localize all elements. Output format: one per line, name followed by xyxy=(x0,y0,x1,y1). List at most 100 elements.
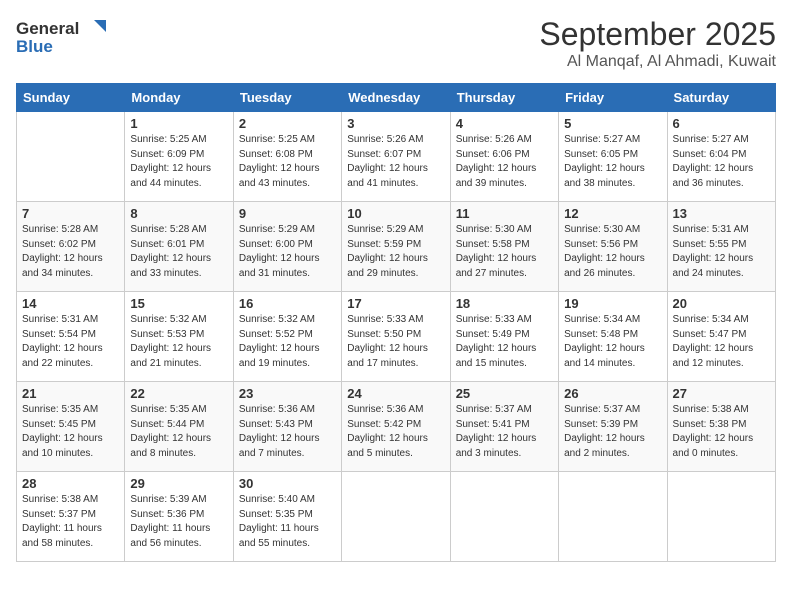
day-info: Sunrise: 5:38 AM Sunset: 5:38 PM Dayligh… xyxy=(673,403,770,461)
day-info: Sunrise: 5:40 AM Sunset: 5:35 PM Dayligh… xyxy=(239,493,336,551)
weekday-header: Thursday xyxy=(450,84,558,112)
day-number: 22 xyxy=(130,386,227,401)
day-number: 29 xyxy=(130,476,227,491)
day-info: Sunrise: 5:29 AM Sunset: 5:59 PM Dayligh… xyxy=(347,223,444,281)
calendar-cell: 26Sunrise: 5:37 AM Sunset: 5:39 PM Dayli… xyxy=(559,382,667,472)
calendar-cell: 12 Sunrise: 5:30 AM Sunset: 5:56 PM Dayli… xyxy=(559,202,667,292)
day-number: 4 xyxy=(456,116,553,131)
calendar-cell: 11 Sunrise: 5:30 AM Sunset: 5:58 PM Dayli… xyxy=(450,202,558,292)
calendar-cell: 5 Sunrise: 5:27 AM Sunset: 6:05 PM Daylig… xyxy=(559,112,667,202)
calendar-cell: 7 Sunrise: 5:28 AM Sunset: 6:02 PM Daylig… xyxy=(17,202,125,292)
calendar-cell: 14Sunrise: 5:31 AM Sunset: 5:54 PM Dayli… xyxy=(17,292,125,382)
day-number: 3 xyxy=(347,116,444,131)
calendar-cell: 10 Sunrise: 5:29 AM Sunset: 5:59 PM Dayli… xyxy=(342,202,450,292)
calendar-cell: 1 Sunrise: 5:25 AM Sunset: 6:09 PM Daylig… xyxy=(125,112,233,202)
calendar-cell: 18 Sunrise: 5:33 AM Sunset: 5:49 PM Dayli… xyxy=(450,292,558,382)
day-info: Sunrise: 5:28 AM Sunset: 6:01 PM Dayligh… xyxy=(130,223,227,281)
day-info: Sunrise: 5:35 AM Sunset: 5:44 PM Dayligh… xyxy=(130,403,227,461)
day-number: 2 xyxy=(239,116,336,131)
day-info: Sunrise: 5:31 AM Sunset: 5:55 PM Dayligh… xyxy=(673,223,770,281)
day-number: 11 xyxy=(456,206,553,221)
day-info: Sunrise: 5:39 AM Sunset: 5:36 PM Dayligh… xyxy=(130,493,227,551)
day-info: Sunrise: 5:36 AM Sunset: 5:43 PM Dayligh… xyxy=(239,403,336,461)
day-number: 5 xyxy=(564,116,661,131)
calendar-cell: 16Sunrise: 5:32 AM Sunset: 5:52 PM Dayli… xyxy=(233,292,341,382)
calendar-cell: 20 Sunrise: 5:34 AM Sunset: 5:47 PM Dayli… xyxy=(667,292,775,382)
day-info: Sunrise: 5:30 AM Sunset: 5:56 PM Dayligh… xyxy=(564,223,661,281)
calendar-cell: 3 Sunrise: 5:26 AM Sunset: 6:07 PM Daylig… xyxy=(342,112,450,202)
day-number: 8 xyxy=(130,206,227,221)
day-info: Sunrise: 5:29 AM Sunset: 6:00 PM Dayligh… xyxy=(239,223,336,281)
calendar-cell: 27 Sunrise: 5:38 AM Sunset: 5:38 PM Dayli… xyxy=(667,382,775,472)
day-info: Sunrise: 5:33 AM Sunset: 5:50 PM Dayligh… xyxy=(347,313,444,371)
day-number: 30 xyxy=(239,476,336,491)
svg-text:Blue: Blue xyxy=(16,37,53,56)
day-info: Sunrise: 5:35 AM Sunset: 5:45 PM Dayligh… xyxy=(22,403,119,461)
weekday-header: Wednesday xyxy=(342,84,450,112)
calendar-cell: 2 Sunrise: 5:25 AM Sunset: 6:08 PM Daylig… xyxy=(233,112,341,202)
day-number: 17 xyxy=(347,296,444,311)
day-number: 12 xyxy=(564,206,661,221)
day-info: Sunrise: 5:26 AM Sunset: 6:06 PM Dayligh… xyxy=(456,133,553,191)
calendar-cell: 17 Sunrise: 5:33 AM Sunset: 5:50 PM Dayli… xyxy=(342,292,450,382)
calendar-cell: 13 Sunrise: 5:31 AM Sunset: 5:55 PM Dayli… xyxy=(667,202,775,292)
calendar-cell: 19Sunrise: 5:34 AM Sunset: 5:48 PM Dayli… xyxy=(559,292,667,382)
day-number: 7 xyxy=(22,206,119,221)
day-number: 26 xyxy=(564,386,661,401)
calendar-cell: 25 Sunrise: 5:37 AM Sunset: 5:41 PM Dayli… xyxy=(450,382,558,472)
logo-icon: General Blue xyxy=(16,16,106,60)
day-number: 13 xyxy=(673,206,770,221)
calendar-cell: 8 Sunrise: 5:28 AM Sunset: 6:01 PM Daylig… xyxy=(125,202,233,292)
day-info: Sunrise: 5:33 AM Sunset: 5:49 PM Dayligh… xyxy=(456,313,553,371)
day-number: 10 xyxy=(347,206,444,221)
day-number: 18 xyxy=(456,296,553,311)
day-number: 15 xyxy=(130,296,227,311)
day-info: Sunrise: 5:30 AM Sunset: 5:58 PM Dayligh… xyxy=(456,223,553,281)
logo: General Blue xyxy=(16,16,106,65)
day-number: 28 xyxy=(22,476,119,491)
calendar-cell: 9 Sunrise: 5:29 AM Sunset: 6:00 PM Daylig… xyxy=(233,202,341,292)
day-info: Sunrise: 5:28 AM Sunset: 6:02 PM Dayligh… xyxy=(22,223,119,281)
day-info: Sunrise: 5:36 AM Sunset: 5:42 PM Dayligh… xyxy=(347,403,444,461)
title-area: September 2025 Al Manqaf, Al Ahmadi, Kuw… xyxy=(539,16,776,71)
day-info: Sunrise: 5:32 AM Sunset: 5:52 PM Dayligh… xyxy=(239,313,336,371)
day-number: 1 xyxy=(130,116,227,131)
day-info: Sunrise: 5:26 AM Sunset: 6:07 PM Dayligh… xyxy=(347,133,444,191)
day-number: 27 xyxy=(673,386,770,401)
calendar-cell: 29 Sunrise: 5:39 AM Sunset: 5:36 PM Dayli… xyxy=(125,472,233,562)
day-number: 23 xyxy=(239,386,336,401)
calendar-cell: 6Sunrise: 5:27 AM Sunset: 6:04 PM Daylig… xyxy=(667,112,775,202)
day-info: Sunrise: 5:34 AM Sunset: 5:47 PM Dayligh… xyxy=(673,313,770,371)
calendar-cell xyxy=(667,472,775,562)
day-number: 25 xyxy=(456,386,553,401)
weekday-header: Saturday xyxy=(667,84,775,112)
calendar-cell: 22 Sunrise: 5:35 AM Sunset: 5:44 PM Dayli… xyxy=(125,382,233,472)
day-number: 21 xyxy=(22,386,119,401)
header: General Blue September 2025 Al Manqaf, A… xyxy=(16,16,776,71)
day-info: Sunrise: 5:25 AM Sunset: 6:09 PM Dayligh… xyxy=(130,133,227,191)
day-number: 6 xyxy=(673,116,770,131)
calendar-cell xyxy=(450,472,558,562)
day-number: 24 xyxy=(347,386,444,401)
day-number: 9 xyxy=(239,206,336,221)
calendar-cell: 24 Sunrise: 5:36 AM Sunset: 5:42 PM Dayli… xyxy=(342,382,450,472)
month-title: September 2025 xyxy=(539,16,776,53)
day-info: Sunrise: 5:37 AM Sunset: 5:41 PM Dayligh… xyxy=(456,403,553,461)
day-number: 20 xyxy=(673,296,770,311)
calendar-table: SundayMondayTuesdayWednesdayThursdayFrid… xyxy=(16,83,776,562)
calendar-cell: 21 Sunrise: 5:35 AM Sunset: 5:45 PM Dayli… xyxy=(17,382,125,472)
day-info: Sunrise: 5:32 AM Sunset: 5:53 PM Dayligh… xyxy=(130,313,227,371)
svg-text:General: General xyxy=(16,19,79,38)
calendar-cell: 28 Sunrise: 5:38 AM Sunset: 5:37 PM Dayli… xyxy=(17,472,125,562)
calendar-cell: 15 Sunrise: 5:32 AM Sunset: 5:53 PM Dayli… xyxy=(125,292,233,382)
location-title: Al Manqaf, Al Ahmadi, Kuwait xyxy=(539,53,776,71)
weekday-header: Friday xyxy=(559,84,667,112)
calendar-cell: 4 Sunrise: 5:26 AM Sunset: 6:06 PM Daylig… xyxy=(450,112,558,202)
calendar-cell xyxy=(342,472,450,562)
day-info: Sunrise: 5:25 AM Sunset: 6:08 PM Dayligh… xyxy=(239,133,336,191)
weekday-header: Monday xyxy=(125,84,233,112)
day-info: Sunrise: 5:38 AM Sunset: 5:37 PM Dayligh… xyxy=(22,493,119,551)
weekday-header: Tuesday xyxy=(233,84,341,112)
day-info: Sunrise: 5:31 AM Sunset: 5:54 PM Dayligh… xyxy=(22,313,119,371)
day-info: Sunrise: 5:27 AM Sunset: 6:05 PM Dayligh… xyxy=(564,133,661,191)
